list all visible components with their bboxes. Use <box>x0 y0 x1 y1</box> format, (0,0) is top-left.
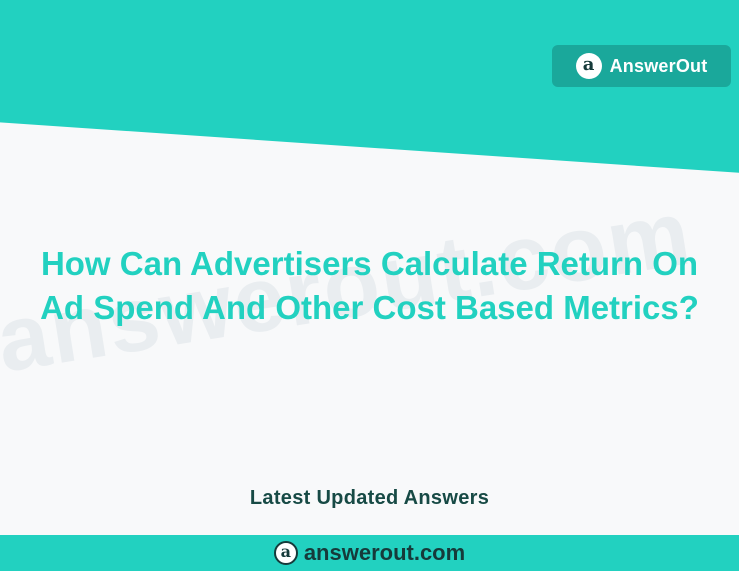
section-label: Latest Updated Answers <box>249 487 490 509</box>
brand-badge[interactable]: a AnswerOut <box>552 45 731 87</box>
title-line-1: How Can Advertisers Calculate Return On <box>40 245 699 282</box>
footer-banner: a answerout.com <box>0 535 739 571</box>
logo-glyph: a <box>280 542 291 561</box>
brand-name: AnswerOut <box>609 55 708 76</box>
answerout-logo-icon: a <box>273 541 298 565</box>
logo-glyph: a <box>582 54 595 75</box>
answerout-logo-icon: a <box>575 53 602 79</box>
top-banner <box>0 0 739 173</box>
title-line-2: Ad Spend And Other Cost Based Metrics? <box>40 289 699 326</box>
page-title: How Can Advertisers Calculate Return On … <box>0 242 739 330</box>
site-url-link[interactable]: answerout.com <box>304 540 465 566</box>
